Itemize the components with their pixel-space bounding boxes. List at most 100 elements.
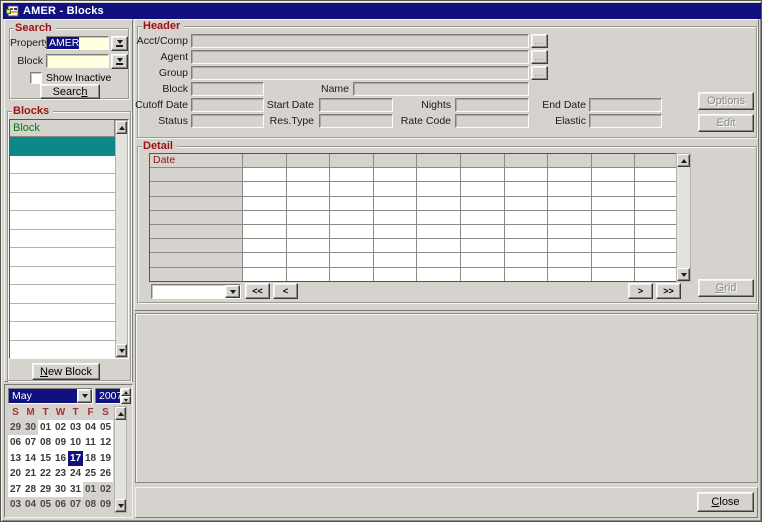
detail-date-cell[interactable] bbox=[150, 253, 242, 266]
block-list-row[interactable] bbox=[10, 304, 115, 323]
calendar-day[interactable]: 09 bbox=[53, 435, 68, 450]
new-block-button[interactable]: New Block bbox=[32, 363, 100, 380]
detail-cell[interactable] bbox=[243, 268, 286, 281]
detail-cell[interactable] bbox=[287, 225, 330, 238]
detail-cell[interactable] bbox=[592, 268, 635, 281]
detail-cell[interactable] bbox=[548, 211, 591, 224]
property-input[interactable]: AMER bbox=[46, 36, 109, 50]
detail-cell[interactable] bbox=[287, 197, 330, 210]
combo-dropdown-button[interactable] bbox=[225, 285, 240, 298]
elastic-field[interactable] bbox=[589, 114, 662, 128]
detail-cell[interactable] bbox=[330, 268, 373, 281]
calendar-day[interactable]: 02 bbox=[53, 420, 68, 435]
detail-cell[interactable] bbox=[505, 182, 548, 195]
detail-cell[interactable] bbox=[417, 239, 460, 252]
detail-cell[interactable] bbox=[635, 168, 678, 181]
search-button[interactable]: Search bbox=[40, 84, 100, 99]
edit-button[interactable]: Edit bbox=[698, 114, 754, 132]
detail-cell[interactable] bbox=[243, 182, 286, 195]
calendar-day[interactable]: 18 bbox=[83, 451, 98, 466]
cutoff-date-field[interactable] bbox=[191, 98, 264, 112]
close-button[interactable]: Close bbox=[697, 492, 754, 512]
detail-cell[interactable] bbox=[461, 182, 504, 195]
detail-cell[interactable] bbox=[548, 239, 591, 252]
property-lov-button[interactable] bbox=[111, 36, 128, 51]
detail-cell[interactable] bbox=[287, 239, 330, 252]
detail-cell[interactable] bbox=[548, 197, 591, 210]
detail-column-header[interactable] bbox=[374, 154, 417, 167]
block-list-row[interactable] bbox=[10, 137, 115, 156]
detail-date-cell[interactable] bbox=[150, 239, 242, 252]
detail-cell[interactable] bbox=[374, 268, 417, 281]
detail-cell[interactable] bbox=[505, 268, 548, 281]
detail-date-cell[interactable] bbox=[150, 182, 242, 195]
block-list-row[interactable] bbox=[10, 156, 115, 175]
detail-column-header[interactable] bbox=[505, 154, 548, 167]
group-lov-button[interactable]: ... bbox=[531, 66, 548, 80]
calendar-year-input[interactable]: 2007 bbox=[95, 388, 121, 404]
detail-view-select[interactable] bbox=[151, 284, 241, 299]
detail-cell[interactable] bbox=[243, 225, 286, 238]
calendar-day[interactable]: 06 bbox=[53, 497, 68, 512]
detail-cell[interactable] bbox=[635, 225, 678, 238]
detail-date-cell[interactable] bbox=[150, 197, 242, 210]
detail-cell[interactable] bbox=[592, 197, 635, 210]
titlebar[interactable]: AMER - Blocks bbox=[3, 3, 761, 19]
detail-cell[interactable] bbox=[635, 197, 678, 210]
blocks-scrollbar[interactable] bbox=[115, 120, 128, 358]
detail-cell[interactable] bbox=[592, 211, 635, 224]
acct-comp-field[interactable] bbox=[191, 34, 529, 48]
detail-cell[interactable] bbox=[461, 168, 504, 181]
block-list-row[interactable] bbox=[10, 322, 115, 341]
options-button[interactable]: Options bbox=[698, 92, 754, 110]
block-list-row[interactable] bbox=[10, 174, 115, 193]
detail-column-header[interactable] bbox=[461, 154, 504, 167]
detail-cell[interactable] bbox=[461, 253, 504, 266]
detail-cell[interactable] bbox=[330, 168, 373, 181]
detail-cell[interactable] bbox=[461, 211, 504, 224]
detail-cell[interactable] bbox=[330, 197, 373, 210]
calendar-day[interactable]: 21 bbox=[23, 466, 38, 481]
detail-cell[interactable] bbox=[505, 225, 548, 238]
calendar-day-selected[interactable]: 17 bbox=[68, 451, 83, 466]
calendar-day[interactable]: 22 bbox=[38, 466, 53, 481]
detail-date-cell[interactable] bbox=[150, 268, 242, 281]
block-list-row[interactable] bbox=[10, 341, 115, 359]
calendar-day[interactable]: 07 bbox=[68, 497, 83, 512]
calendar-day[interactable]: 12 bbox=[98, 435, 113, 450]
block-list-row[interactable] bbox=[10, 230, 115, 249]
detail-cell[interactable] bbox=[548, 182, 591, 195]
detail-column-header[interactable] bbox=[287, 154, 330, 167]
grid-button[interactable]: Grid bbox=[698, 279, 754, 297]
block-lov-button[interactable] bbox=[111, 54, 128, 69]
detail-cell[interactable] bbox=[505, 211, 548, 224]
detail-cell[interactable] bbox=[417, 182, 460, 195]
detail-cell[interactable] bbox=[548, 268, 591, 281]
calendar-day[interactable]: 08 bbox=[83, 497, 98, 512]
calendar-day[interactable]: 08 bbox=[38, 435, 53, 450]
detail-cell[interactable] bbox=[243, 168, 286, 181]
scroll-up-icon[interactable] bbox=[116, 121, 127, 134]
calendar-scrollbar[interactable] bbox=[114, 406, 127, 513]
spinner-down-icon[interactable] bbox=[121, 396, 131, 404]
detail-cell[interactable] bbox=[243, 211, 286, 224]
detail-grid[interactable]: Date bbox=[149, 153, 679, 282]
calendar-day[interactable]: 29 bbox=[38, 482, 53, 497]
detail-cell[interactable] bbox=[243, 239, 286, 252]
calendar-day[interactable]: 26 bbox=[98, 466, 113, 481]
show-inactive-row[interactable]: Show Inactive bbox=[30, 72, 111, 84]
detail-cell[interactable] bbox=[417, 168, 460, 181]
block-list-row[interactable] bbox=[10, 211, 115, 230]
detail-cell[interactable] bbox=[505, 253, 548, 266]
detail-column-header[interactable] bbox=[330, 154, 373, 167]
calendar-day[interactable]: 01 bbox=[38, 420, 53, 435]
scroll-down-icon[interactable] bbox=[116, 344, 127, 357]
block-input[interactable] bbox=[46, 54, 109, 68]
detail-cell[interactable] bbox=[330, 211, 373, 224]
calendar-day[interactable]: 06 bbox=[8, 435, 23, 450]
detail-column-header[interactable] bbox=[592, 154, 635, 167]
block-list-row[interactable] bbox=[10, 248, 115, 267]
scroll-down-icon[interactable] bbox=[677, 268, 690, 281]
calendar-day[interactable]: 30 bbox=[23, 420, 38, 435]
detail-cell[interactable] bbox=[635, 268, 678, 281]
